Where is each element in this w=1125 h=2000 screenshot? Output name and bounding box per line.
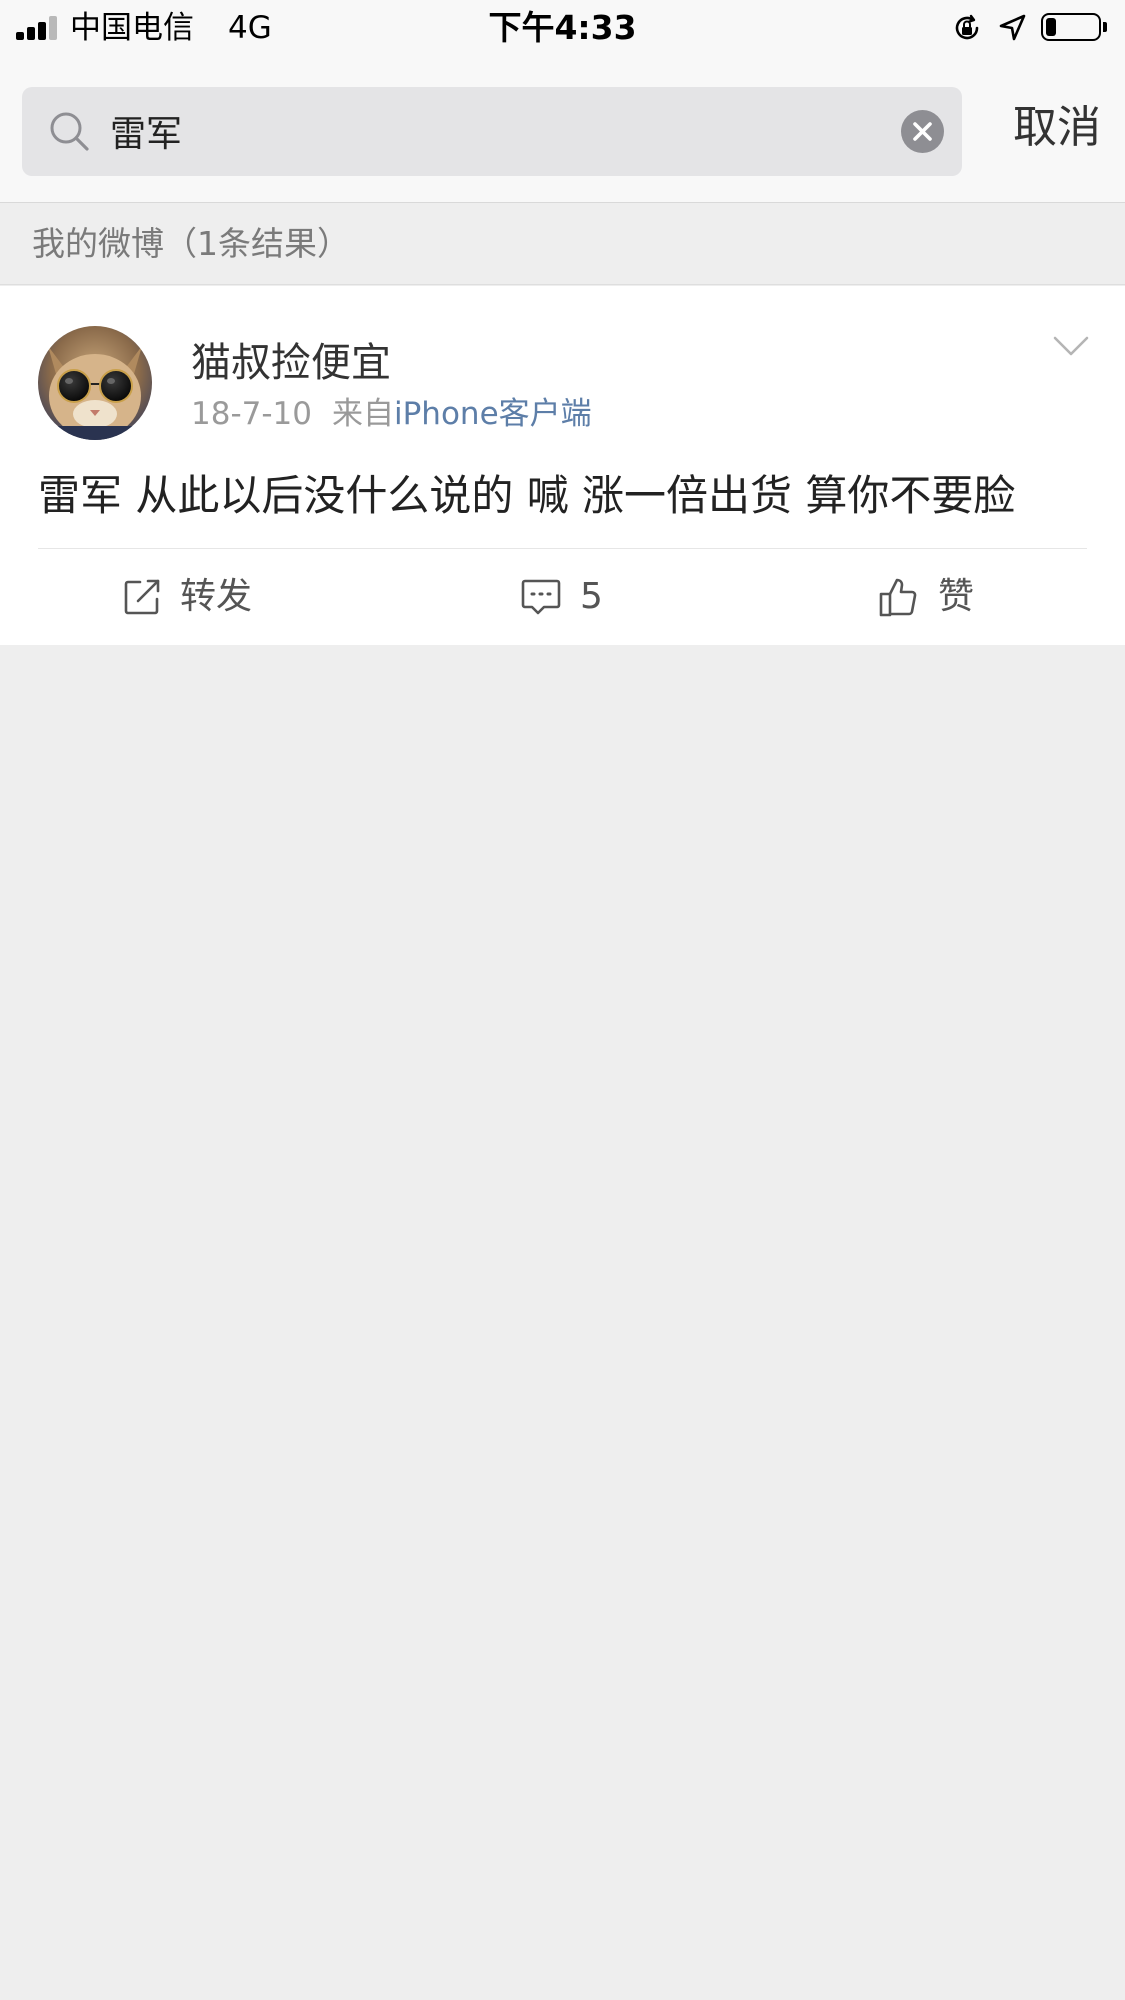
post-meta: 18-7-10 来自iPhone客户端 xyxy=(191,392,592,436)
divider xyxy=(0,284,1125,285)
comment-icon xyxy=(521,579,561,615)
clear-icon xyxy=(913,122,932,141)
repost-icon xyxy=(124,579,160,615)
post-source-prefix: 来自 xyxy=(332,396,394,432)
status-bar: 中国电信 4G 下午4:33 xyxy=(0,0,1125,56)
search-header: 取消 xyxy=(0,56,1125,203)
thumbs-up-icon xyxy=(879,578,917,617)
post-card[interactable]: 猫叔捡便宜 18-7-10 来自iPhone客户端 雷军 从此以后没什么说的 喊 … xyxy=(0,286,1125,645)
clear-search-button[interactable] xyxy=(901,110,944,153)
repost-button[interactable]: 转发 xyxy=(122,549,252,645)
location-icon xyxy=(999,14,1026,41)
comment-count: 5 xyxy=(580,576,603,617)
search-icon xyxy=(50,112,89,151)
comment-button[interactable]: 5 xyxy=(520,549,603,645)
avatar[interactable] xyxy=(38,326,152,440)
search-input[interactable] xyxy=(110,99,890,163)
repost-label: 转发 xyxy=(180,576,253,617)
post-username[interactable]: 猫叔捡便宜 xyxy=(191,336,391,390)
post-actions: 转发 5 赞 xyxy=(0,549,1125,645)
battery-nub xyxy=(1103,22,1107,32)
chevron-down-icon[interactable] xyxy=(1051,332,1091,360)
cancel-button[interactable]: 取消 xyxy=(1013,96,1101,160)
search-box[interactable] xyxy=(22,87,962,176)
status-icons xyxy=(951,12,1111,44)
orientation-lock-icon xyxy=(955,14,979,40)
post-text: 雷军 从此以后没什么说的 喊 涨一倍出货 算你不要脸 xyxy=(38,471,1016,520)
like-button[interactable]: 赞 xyxy=(878,549,974,645)
result-count-label: 我的微博（1条结果） xyxy=(32,224,350,263)
battery-icon xyxy=(1041,13,1101,41)
like-label: 赞 xyxy=(938,576,975,617)
post-date: 18-7-10 xyxy=(191,396,312,432)
post-source[interactable]: iPhone客户端 xyxy=(394,396,592,432)
